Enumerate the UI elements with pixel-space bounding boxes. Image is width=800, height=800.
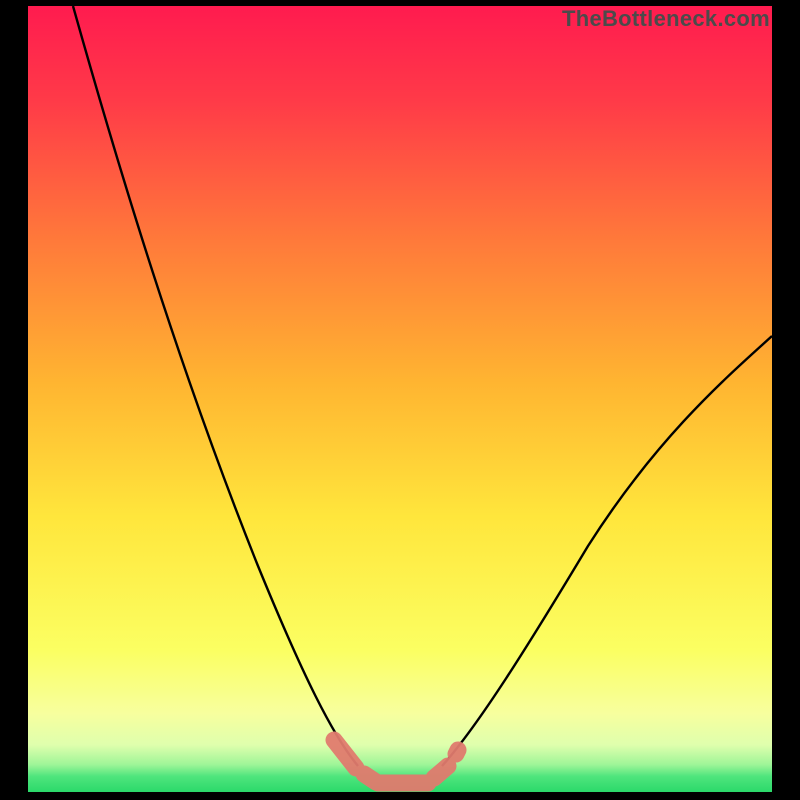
salmon-seg-4: [434, 766, 448, 778]
chart-curves: [28, 6, 772, 792]
chart-frame: [28, 6, 772, 792]
salmon-seg-1: [334, 740, 356, 768]
watermark-text: TheBottleneck.com: [562, 6, 770, 32]
right-curve: [442, 336, 772, 766]
left-curve: [73, 6, 358, 766]
valley-salmon-group: [334, 740, 458, 783]
salmon-seg-5: [456, 750, 458, 754]
